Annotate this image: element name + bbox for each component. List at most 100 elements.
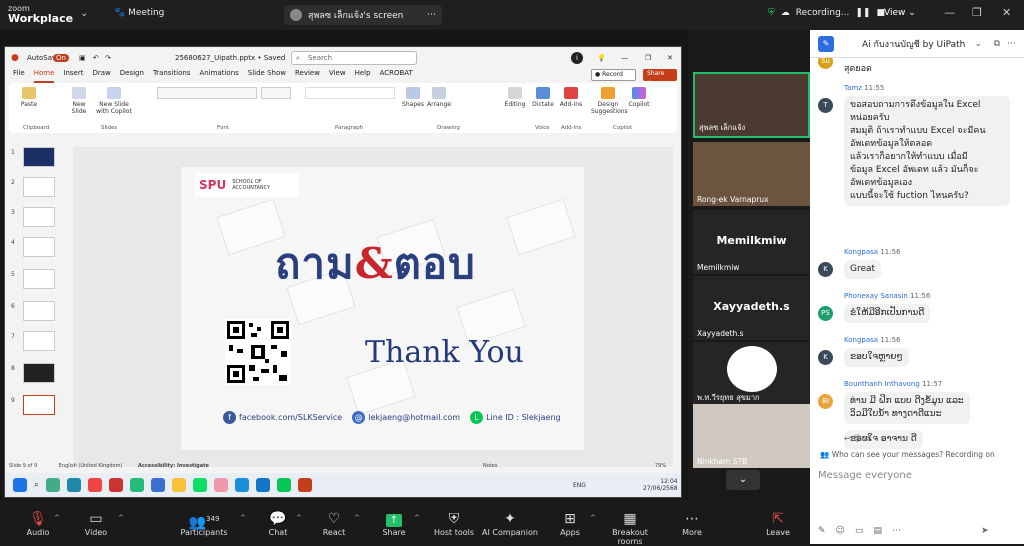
video-tile[interactable]: Ninkham STB	[693, 404, 810, 468]
more-options-icon[interactable]: ⋯	[892, 526, 901, 536]
app-icon[interactable]	[88, 478, 103, 492]
app-icon[interactable]	[67, 478, 82, 492]
breakout-rooms-button[interactable]: ▦ Breakout rooms	[600, 510, 660, 546]
tab-insert[interactable]: Insert	[63, 69, 83, 83]
collapse-video-strip-button[interactable]: ⌄	[726, 470, 760, 490]
format-icon[interactable]: ✎	[818, 526, 826, 536]
ai-companion-button[interactable]: ✦ AI Companion	[480, 510, 540, 537]
redo-icon[interactable]: ↷	[105, 54, 111, 62]
dictate-button[interactable]: Dictate	[531, 87, 555, 108]
close-icon[interactable]: ✕	[1002, 6, 1011, 19]
emoji-icon[interactable]: ☺	[836, 526, 845, 536]
tab-review[interactable]: Review	[295, 69, 320, 83]
view-button[interactable]: View ⌄	[884, 8, 916, 18]
more-button[interactable]: ⋯ More	[662, 510, 722, 537]
meeting-info-button[interactable]: 🐾 Meeting	[114, 8, 164, 18]
shield-icon[interactable]: ⛨	[768, 8, 775, 18]
participants-options-caret[interactable]: ^	[240, 514, 246, 522]
send-icon[interactable]: ➤	[981, 526, 989, 536]
chrome-icon[interactable]	[214, 478, 229, 492]
restore-icon[interactable]: ❐	[972, 6, 982, 19]
lightbulb-icon[interactable]: 💡	[597, 54, 606, 62]
slide-thumbnail[interactable]	[23, 301, 55, 321]
app-icon[interactable]	[130, 478, 145, 492]
language-status[interactable]: English (United Kingdom)	[59, 463, 123, 469]
tab-transitions[interactable]: Transitions	[153, 69, 191, 83]
audio-options-caret[interactable]: ^	[54, 514, 60, 522]
font-size-select[interactable]	[261, 87, 291, 99]
minimize-icon[interactable]: —	[944, 6, 955, 19]
share-options-caret[interactable]: ^	[414, 514, 420, 522]
message-input[interactable]: Message everyone	[818, 470, 912, 481]
save-icon[interactable]: ▣	[79, 54, 86, 62]
file-explorer-icon[interactable]	[172, 478, 187, 492]
paragraph-controls[interactable]	[305, 87, 395, 99]
video-tile[interactable]: Memilkmiw Memilkmiw	[693, 210, 810, 274]
tab-animations[interactable]: Animations	[199, 69, 238, 83]
participants-button[interactable]: 👥349 Participants	[174, 510, 234, 537]
search-icon[interactable]: ⌕	[34, 480, 39, 490]
more-options-icon[interactable]: ⋯	[1007, 39, 1016, 49]
clock[interactable]: 12:04 27/06/2568	[643, 478, 678, 492]
search-input[interactable]: ⌕ Search	[291, 51, 417, 65]
vscode-icon[interactable]	[256, 478, 271, 492]
screen-share-pill[interactable]: สุพลซ เล็กแจ้ง's screen ⋯	[284, 5, 442, 25]
video-tile[interactable]: Xayyadeth.s Xayyadeth.s	[693, 276, 810, 340]
app-icon[interactable]	[151, 478, 166, 492]
line-app-icon[interactable]	[277, 478, 292, 492]
paste-button[interactable]: Paste	[17, 87, 41, 108]
app-icon[interactable]	[109, 478, 124, 492]
tab-slide-show[interactable]: Slide Show	[248, 69, 286, 83]
apps-options-caret[interactable]: ^	[590, 514, 596, 522]
screenshot-icon[interactable]: ▭	[855, 526, 864, 536]
slide-thumbnail[interactable]	[23, 207, 55, 227]
attach-file-icon[interactable]: ▤	[873, 526, 882, 536]
arrange-button[interactable]: Arrange	[427, 87, 451, 108]
pause-recording-button[interactable]: ❚❚	[855, 8, 870, 18]
slide-thumbnail[interactable]	[23, 331, 55, 351]
share-button[interactable]: Share ⌄	[643, 69, 678, 84]
shapes-button[interactable]: Shapes	[401, 87, 425, 108]
app-icon[interactable]	[193, 478, 208, 492]
notes-button[interactable]: Notes	[483, 463, 497, 469]
input-language[interactable]: ENG	[573, 482, 586, 489]
slide-thumbnail[interactable]	[23, 147, 55, 167]
new-slide-copilot-button[interactable]: New Slide with Copilot	[95, 87, 133, 115]
slide-thumbnail[interactable]	[23, 363, 55, 383]
chat-visibility-note[interactable]: 👥 Who can see your messages? Recording o…	[820, 450, 995, 459]
app-icon[interactable]	[46, 478, 61, 492]
undo-icon[interactable]: ↶	[93, 54, 99, 62]
editing-button[interactable]: Editing	[503, 87, 527, 108]
slide-thumbnail[interactable]	[23, 237, 55, 257]
pop-out-icon[interactable]: ⧉	[994, 39, 1000, 49]
tab-draw[interactable]: Draw	[92, 69, 110, 83]
windows-start-icon[interactable]	[13, 478, 27, 492]
reply-reaction-icons[interactable]: ↩ ☺ ⧉	[844, 434, 870, 444]
restore-icon[interactable]: ❐	[645, 54, 651, 62]
record-button[interactable]: ● Record	[591, 69, 636, 81]
video-button[interactable]: ▭ Video	[66, 510, 126, 537]
video-tile[interactable]: พ.ท.วีรยุทธ สุขมาก	[693, 342, 810, 406]
tab-home[interactable]: Home	[33, 69, 55, 83]
design-suggestions-button[interactable]: Design Suggestions	[591, 87, 628, 115]
edge-icon[interactable]	[235, 478, 250, 492]
tab-view[interactable]: View	[329, 69, 346, 83]
minimize-icon[interactable]: —	[621, 54, 628, 62]
video-tile-active-speaker[interactable]: สุพลซ เล็กแจ้ง	[693, 72, 810, 138]
tab-design[interactable]: Design	[120, 69, 144, 83]
account-avatar[interactable]: i	[571, 52, 583, 64]
font-family-select[interactable]	[157, 87, 257, 99]
autosave-toggle[interactable]: On	[53, 54, 69, 62]
chat-options-caret[interactable]: ^	[296, 514, 302, 522]
powerpoint-taskbar-icon[interactable]	[298, 478, 313, 492]
copilot-button[interactable]: Copilot	[627, 87, 651, 108]
host-tools-button[interactable]: ⛨ Host tools	[424, 510, 484, 537]
accessibility-status[interactable]: Accessibility: Investigate	[138, 463, 209, 469]
leave-button[interactable]: ⇱ Leave	[748, 510, 808, 537]
tab-file[interactable]: File	[13, 69, 25, 83]
slide-thumbnail[interactable]	[23, 269, 55, 289]
chevron-down-icon[interactable]: ⌄	[974, 39, 982, 49]
close-icon[interactable]: ✕	[667, 54, 673, 62]
slide-thumbnail[interactable]	[23, 177, 55, 197]
new-slide-button[interactable]: New Slide	[67, 87, 91, 115]
